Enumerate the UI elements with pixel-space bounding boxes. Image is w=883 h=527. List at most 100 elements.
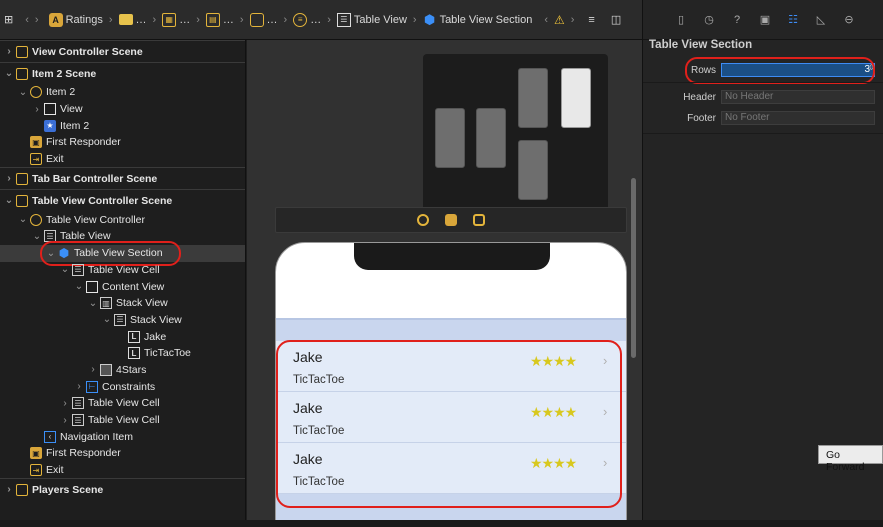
outline-row[interactable]: › ☰ Table View Cell [0,395,245,412]
outline-row[interactable]: ⌄ ⬢ Table View Section [0,244,245,262]
table-row[interactable]: Jake TicTacToe ★★★★ › [276,341,626,392]
navigation-item-icon: ‹ [44,430,56,443]
label-icon: L [128,330,140,343]
bottom-strip [0,520,883,527]
outline-row[interactable]: › View Controller Scene [0,40,245,62]
exit-icon[interactable] [473,214,485,226]
jumpbar-table-view-section[interactable]: ⬢ Table View Section [423,12,532,27]
outline-row[interactable]: ⌄ Item 2 Scene [0,62,245,84]
header-field[interactable]: No Header [721,90,875,104]
list-lines-icon[interactable]: ≡ [588,14,594,26]
outline-row[interactable]: L TicTacToe [0,345,245,362]
outline-row[interactable]: L Jake [0,328,245,345]
chevron-right-icon[interactable]: › [571,14,575,26]
outline-row[interactable]: › ☰ Table View Cell [0,412,245,429]
attributes-icon[interactable]: ☷ [785,12,801,28]
jumpbar-file[interactable]: ▤… [205,12,234,27]
outline-row[interactable]: ⌄ ☰ Stack View [0,312,245,329]
disclosure-open-icon[interactable]: ⌄ [74,281,84,292]
file-icon[interactable]: ▯ [673,12,689,28]
size-icon[interactable]: ◺ [813,12,829,28]
scene-icon [16,194,28,207]
chevron-right-icon: › [239,13,244,26]
grid-icon[interactable]: ⊞ [4,13,13,26]
identity-icon[interactable]: ▣ [757,12,773,28]
outline-row[interactable]: ⌄ Table View Controller Scene [0,189,245,211]
outline-row-label: Table View Cell [88,397,160,410]
exit-icon: ⇥ [30,464,42,477]
disclosure-open-icon[interactable]: ⌄ [4,68,14,79]
outline-row[interactable]: › Players Scene [0,478,245,500]
jumpbar-folder[interactable]: … [118,14,147,26]
history-icon[interactable]: ◷ [701,12,717,28]
controller-icon[interactable] [417,214,429,226]
tab-bar-item-icon: ★ [44,119,56,132]
jumpbar-scene[interactable]: … [249,12,278,27]
disclosure-open-icon[interactable]: ⌄ [60,264,70,275]
disclosure-open-icon[interactable]: ⌄ [4,195,14,206]
table-icon: ☰ [72,263,84,276]
outline-row[interactable]: ⌄ ☰ Table View [0,228,245,245]
disclosure-open-icon[interactable]: ⌄ [18,87,28,98]
outline-row-label: Table View Controller Scene [32,194,173,207]
disclosure-open-icon[interactable]: ⌄ [46,248,56,259]
outline-row[interactable]: ⌄ ▥ Stack View [0,295,245,312]
split-editor-icon[interactable]: ◫ [611,13,621,26]
back-arrow-icon[interactable]: ‹ [25,14,29,26]
outline-row[interactable]: › View [0,101,245,118]
help-icon[interactable]: ? [729,12,745,28]
chevron-left-icon[interactable]: ‹ [544,14,548,26]
disclosure-closed-icon[interactable]: › [74,381,84,392]
scene-dock [275,207,627,233]
outline-row[interactable]: ⌄ ☰ Table View Cell [0,262,245,279]
outline-row[interactable]: ⇥ Exit [0,151,245,168]
jumpbar-controller[interactable]: ≡… [293,12,321,27]
first-responder-icon[interactable] [445,214,457,226]
jumpbar-storyboard[interactable]: ▦… [162,12,190,27]
outline-row-label: Stack View [130,313,182,326]
disclosure-open-icon[interactable]: ⌄ [18,214,28,225]
footer-field[interactable]: No Footer [721,111,875,125]
rows-field[interactable]: 3 [721,63,875,77]
minimap[interactable] [423,54,608,216]
disclosure-closed-icon[interactable]: › [32,104,42,115]
disclosure-closed-icon[interactable]: › [4,173,14,184]
chevron-right-icon: › [603,455,608,470]
disclosure-open-icon[interactable]: ⌄ [88,298,98,309]
disclosure-closed-icon[interactable]: › [4,484,14,495]
minimap-phone [518,68,548,128]
jumpbar-project[interactable]: A Ratings [48,12,103,27]
outline-row[interactable]: ▣ First Responder [0,134,245,151]
storyboard-canvas[interactable]: Jake TicTacToe ★★★★ › Jake TicTacToe ★★★★ › Jake… [247,40,642,527]
outline-row[interactable]: ⌄ Content View [0,278,245,295]
inspector-tabs: ▯ ◷ ? ▣ ☷ ◺ ⊖ [643,0,883,40]
minimap-phone [561,68,591,128]
outline-row[interactable]: ⌄ Item 2 [0,84,245,101]
outline-row[interactable]: ⇥ Exit [0,462,245,479]
table-icon: ☰ [336,12,351,27]
outline-row[interactable]: ‹ Navigation Item [0,428,245,445]
canvas-scrollbar[interactable] [631,178,636,358]
outline-row[interactable]: ⌄ Table View Controller [0,211,245,228]
forward-arrow-icon[interactable]: › [35,14,39,26]
table-view-section[interactable]: Jake TicTacToe ★★★★ › Jake TicTacToe ★★★★ › Jake… [276,320,626,526]
warning-icon[interactable]: ⚠ [554,13,565,27]
table-row[interactable]: Jake TicTacToe ★★★★ › [276,443,626,494]
outline-row[interactable]: ▣ First Responder [0,445,245,462]
scene-icon [16,483,28,496]
disclosure-closed-icon[interactable]: › [60,415,70,426]
stepper-icon[interactable]: ⇕ [868,63,875,72]
minimap-phone [435,108,465,168]
disclosure-open-icon[interactable]: ⌄ [102,314,112,325]
connections-icon[interactable]: ⊖ [841,12,857,28]
disclosure-closed-icon[interactable]: › [88,364,98,375]
disclosure-open-icon[interactable]: ⌄ [32,231,42,242]
outline-row[interactable]: › 4Stars [0,362,245,379]
outline-row[interactable]: ★ Item 2 [0,117,245,134]
disclosure-closed-icon[interactable]: › [60,398,70,409]
jumpbar-table-view[interactable]: ☰ Table View [336,12,407,27]
outline-row[interactable]: › Tab Bar Controller Scene [0,167,245,189]
outline-row[interactable]: › ⊢ Constraints [0,378,245,395]
disclosure-closed-icon[interactable]: › [4,46,14,57]
table-row[interactable]: Jake TicTacToe ★★★★ › [276,392,626,443]
